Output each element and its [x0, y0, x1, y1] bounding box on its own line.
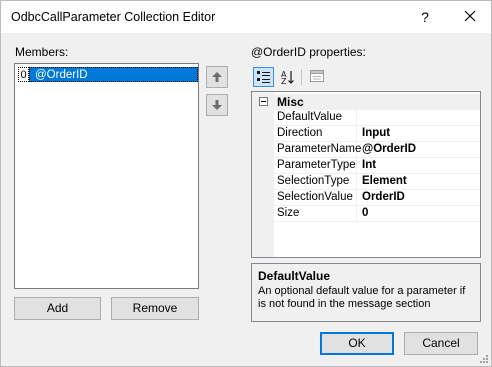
- categorized-icon: [257, 71, 270, 83]
- window-title: OdbcCallParameter Collection Editor: [11, 10, 216, 24]
- properties-label: @OrderID properties:: [251, 45, 366, 59]
- property-row[interactable]: DefaultValue: [274, 110, 480, 126]
- property-value[interactable]: OrderID: [358, 190, 480, 206]
- alphabetical-button[interactable]: A Z: [277, 67, 298, 87]
- arrow-up-icon: [212, 72, 222, 82]
- cancel-button[interactable]: Cancel: [404, 332, 478, 355]
- property-row[interactable]: SelectionValue OrderID: [274, 190, 480, 206]
- add-button[interactable]: Add: [14, 297, 101, 320]
- alphabetical-sort-icon: A Z: [281, 70, 294, 85]
- resize-grip-icon[interactable]: [479, 354, 489, 364]
- property-row[interactable]: SelectionType Element: [274, 174, 480, 190]
- property-row[interactable]: Direction Input: [274, 126, 480, 142]
- property-grid[interactable]: Misc DefaultValue Direction Input Parame…: [251, 91, 481, 258]
- arrow-down-icon: [212, 100, 222, 110]
- property-value[interactable]: [358, 110, 480, 126]
- member-index: 0: [18, 67, 29, 82]
- property-name: ParameterType: [274, 158, 357, 174]
- property-value[interactable]: Input: [358, 126, 480, 142]
- property-name: Direction: [274, 126, 357, 142]
- category-name: Misc: [277, 95, 304, 109]
- move-down-button[interactable]: [206, 94, 228, 116]
- property-name: Size: [274, 206, 357, 222]
- property-name: SelectionValue: [274, 190, 357, 206]
- category-row-misc[interactable]: Misc: [252, 94, 480, 110]
- help-description: An optional default value for a paramete…: [258, 285, 466, 310]
- ok-button[interactable]: OK: [320, 332, 394, 355]
- property-pages-button[interactable]: [306, 67, 327, 87]
- members-label: Members:: [15, 45, 69, 59]
- categorized-button[interactable]: [253, 67, 274, 87]
- collection-editor-dialog: OdbcCallParameter Collection Editor ? Me…: [0, 0, 492, 367]
- collapse-icon[interactable]: [259, 97, 268, 106]
- property-row[interactable]: ParameterType Int: [274, 158, 480, 174]
- property-value[interactable]: 0: [358, 206, 480, 222]
- property-pages-icon: [309, 70, 324, 82]
- property-row[interactable]: Size 0: [274, 206, 480, 222]
- svg-text:Z: Z: [281, 77, 287, 85]
- toolbar-separator: [301, 69, 302, 85]
- property-value[interactable]: @OrderID: [358, 142, 480, 158]
- help-button[interactable]: ?: [412, 6, 438, 28]
- list-item[interactable]: 0 @OrderID: [18, 67, 198, 82]
- help-title: DefaultValue: [258, 269, 331, 283]
- remove-button[interactable]: Remove: [111, 297, 199, 320]
- property-value[interactable]: Element: [358, 174, 480, 190]
- property-value[interactable]: Int: [358, 158, 480, 174]
- property-grid-toolbar: A Z: [251, 65, 481, 89]
- title-bar: OdbcCallParameter Collection Editor ?: [1, 1, 491, 33]
- move-up-button[interactable]: [206, 66, 228, 88]
- property-name: SelectionType: [274, 174, 357, 190]
- property-name: DefaultValue: [274, 110, 357, 126]
- close-icon: [464, 10, 476, 22]
- close-button[interactable]: [455, 4, 485, 30]
- grid-gutter: [252, 92, 274, 257]
- property-name: ParameterName: [274, 142, 361, 158]
- property-row[interactable]: ParameterName @OrderID: [274, 142, 480, 158]
- member-name[interactable]: @OrderID: [29, 67, 198, 82]
- members-list[interactable]: 0 @OrderID: [14, 63, 199, 289]
- property-help-panel: DefaultValue An optional default value f…: [251, 263, 481, 322]
